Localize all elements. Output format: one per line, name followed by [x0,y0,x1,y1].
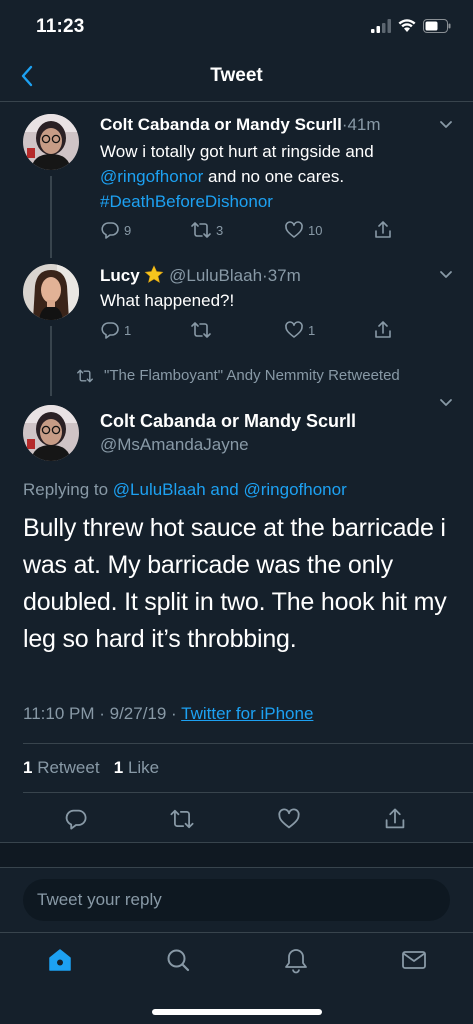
tweet-header: Lucy @LuluBlaah·37m [100,265,301,286]
home-indicator [152,1009,322,1015]
author-name[interactable]: Colt Cabanda or Mandy Scurll [100,115,342,134]
hashtag-link[interactable]: #DeathBeforeDishonor [100,192,273,211]
avatar[interactable] [23,114,79,170]
chevron-down-icon[interactable] [437,393,455,411]
like-button[interactable] [275,805,303,833]
author-handle[interactable]: @MsAmandaJayne [100,435,249,455]
reply-button[interactable]: 1 [100,320,131,340]
avatar[interactable] [23,264,79,320]
reply-button[interactable] [62,805,90,833]
reply-icon [101,322,119,339]
author-handle[interactable]: @LuluBlaah [169,266,262,285]
share-button[interactable] [381,805,409,833]
retweeted-label: "The Flamboyant" Andy Nemmity Retweeted [104,367,400,384]
mention-link[interactable]: @ringofhonor [100,167,203,186]
avatar[interactable] [23,405,79,461]
tweet-timestamp: 11:10 PM · 9/27/19 · [23,704,182,723]
retweet-icon [170,809,194,829]
nav-bar: Tweet [0,52,473,102]
like-total: 1 [113,758,124,777]
tweet-text-part: Wow i totally got hurt at ringside and [100,142,374,161]
reply-count: 9 [124,222,132,238]
tweet-text-part: and no one cares. [203,167,345,186]
tweet-text: Wow i totally got hurt at ringside and @… [100,139,460,214]
reply-icon [65,809,87,830]
tweet-actions: 9 3 10 [100,220,460,244]
tweet-time: ·37m [262,266,301,285]
tab-bar [0,932,473,1024]
home-icon [49,949,71,971]
reply-button[interactable]: 9 [100,220,131,240]
notifications-icon [285,949,307,974]
like-icon [278,808,300,829]
retweet-button[interactable] [168,805,196,833]
search-icon [167,949,190,972]
share-button[interactable] [373,320,393,340]
star-icon [145,265,164,283]
status-time: 11:23 [36,16,85,37]
replying-to-link[interactable]: @LuluBlaah and @ringofhonor [113,480,347,499]
tweet-stats: 1 Retweet 1 Like [23,758,159,778]
divider [23,792,473,793]
thread-line [50,326,52,396]
like-button[interactable]: 1 [284,320,315,340]
retweet-total: 1 [23,758,33,777]
author-name[interactable]: Colt Cabanda or Mandy Scurll [100,411,356,432]
battery-icon [423,18,451,33]
tab-search[interactable] [163,945,193,975]
retweeted-by[interactable]: "The Flamboyant" Andy Nemmity Retweeted [76,367,400,384]
like-count: 1 [308,322,316,338]
share-icon [375,321,391,338]
tweet-meta: 11:10 PM · 9/27/19 · Twitter for iPhone [23,704,313,724]
share-button[interactable] [373,220,393,240]
reply-count: 1 [124,322,132,338]
like-icon [285,221,303,238]
tab-home[interactable] [45,945,75,975]
retweet-count: 3 [216,222,224,238]
section-separator [0,842,473,868]
tab-notifications[interactable] [281,945,311,975]
retweet-icon [191,222,211,238]
tab-messages[interactable] [399,945,429,975]
replying-prefix: Replying to [23,480,113,499]
divider [23,743,473,744]
signal-icon [371,18,391,33]
tweet-source-link[interactable]: Twitter for iPhone [181,704,313,723]
tweet-text: What happened?! [100,291,235,310]
retweets-stat[interactable]: 1 Retweet [23,758,100,777]
tweet-header: Colt Cabanda or Mandy Scurll·41m [100,115,381,135]
retweet-button[interactable]: 3 [190,220,223,240]
reply-placeholder: Tweet your reply [37,890,162,909]
like-button[interactable]: 10 [284,220,322,240]
retweet-icon [191,322,211,338]
status-bar: 11:23 [0,0,473,52]
like-stat-label: Like [127,758,160,777]
messages-icon [402,951,426,969]
chevron-down-icon[interactable] [437,115,455,133]
tweet-actions [0,805,473,833]
replying-to: Replying to @LuluBlaah and @ringofhonor [23,480,347,500]
tweet-actions: 1 1 [100,320,460,344]
thread-line [50,176,52,258]
page-title: Tweet [210,65,263,86]
author-name[interactable]: Lucy [100,266,140,285]
tweet-text: Bully threw hot sauce at the barricade i… [23,514,447,653]
share-icon [385,808,405,829]
wifi-icon [398,19,416,32]
likes-stat[interactable]: 1 Like [114,758,159,777]
retweet-stat-label: Retweet [37,758,100,777]
reply-icon [101,222,119,239]
reply-input[interactable]: Tweet your reply [23,879,450,921]
chevron-down-icon[interactable] [437,265,455,283]
retweet-button[interactable] [190,320,216,340]
retweet-icon [77,369,93,382]
status-icons [371,18,451,33]
tweet-time: ·41m [341,115,381,134]
like-icon [285,321,303,338]
share-icon [375,221,391,238]
like-count: 10 [308,222,323,238]
